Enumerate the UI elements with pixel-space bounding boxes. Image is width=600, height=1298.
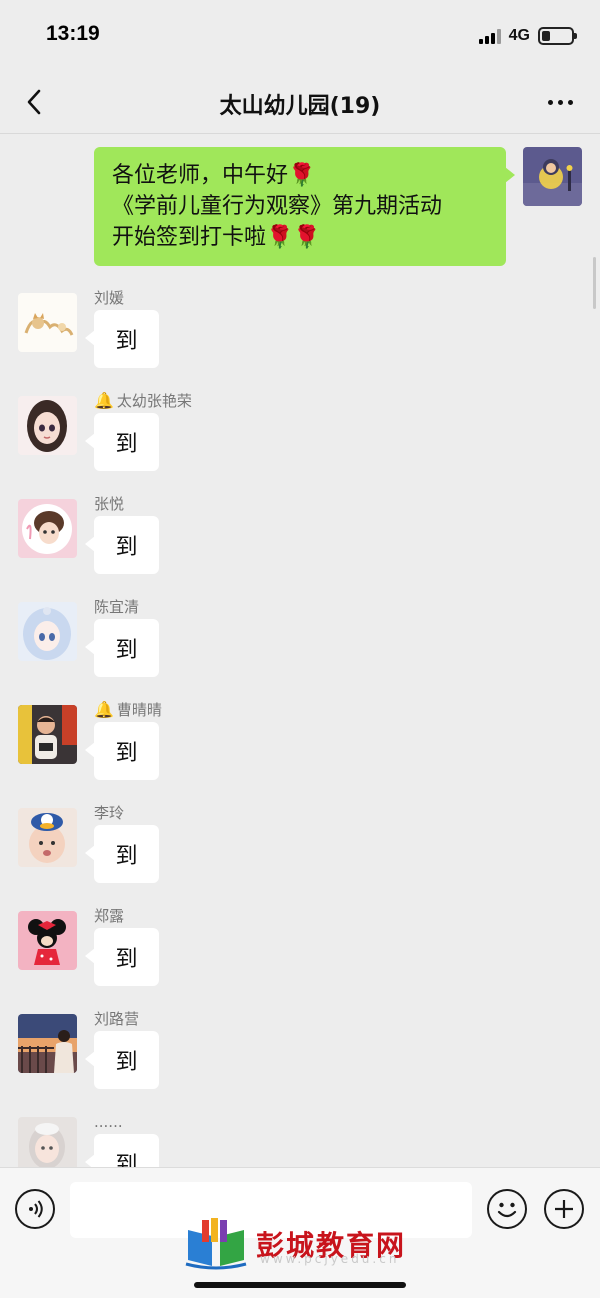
sender-label: 刘媛 <box>94 289 125 307</box>
battery-level <box>542 31 550 41</box>
message-list[interactable]: 各位老师，中午好🌹 《学前儿童行为观察》第九期活动 开始签到打卡啦🌹🌹 刘媛 到… <box>0 135 600 1167</box>
message-bubble[interactable]: 到 <box>85 310 159 368</box>
anime-girl-avatar-icon <box>18 602 77 661</box>
chat-message: 陈宜清 到 <box>18 598 159 677</box>
sender-label: 陈宜清 <box>94 598 140 616</box>
message-bubble[interactable]: 到 <box>85 619 159 677</box>
watermark-url: www.pcjyedu.cn <box>260 1252 400 1266</box>
avatar[interactable] <box>18 911 77 970</box>
message-bubble[interactable]: 到 <box>85 413 159 471</box>
voice-icon <box>29 1200 43 1218</box>
chat-message: 张悦 到 <box>18 495 159 574</box>
sender-name: 刘路营 <box>94 1009 159 1029</box>
home-indicator[interactable] <box>194 1282 406 1288</box>
avatar[interactable] <box>18 396 77 455</box>
self-message-line: 《学前儿童行为观察》第九期活动 <box>112 194 443 219</box>
avatar[interactable] <box>18 1014 77 1073</box>
message-bubble[interactable]: 到 <box>85 1031 159 1089</box>
night-sky-avatar-icon <box>523 147 582 206</box>
avatar[interactable] <box>18 1117 77 1167</box>
sender-label: 李玲 <box>94 804 125 822</box>
status-time: 13:19 <box>46 22 100 45</box>
message-body: 🔔 曹晴晴 到 <box>85 700 162 780</box>
sender-name: 郑露 <box>94 906 159 926</box>
sender-name: ...... <box>94 1112 159 1132</box>
chat-header: 太山幼儿园(19) <box>0 72 600 134</box>
smiley-icon <box>497 1202 517 1218</box>
sender-label: 太幼张艳荣 <box>116 392 192 410</box>
message-body: 郑露 到 <box>85 906 159 986</box>
chat-message: 刘路营 到 <box>18 1010 159 1089</box>
self-message-line: 各位老师，中午好🌹 <box>112 163 316 188</box>
girl-photo-avatar-icon <box>18 1117 77 1167</box>
fox-avatar-icon <box>18 293 77 352</box>
sender-name: 🔔 曹晴晴 <box>94 700 162 720</box>
self-message-bubble[interactable]: 各位老师，中午好🌹 《学前儿童行为观察》第九期活动 开始签到打卡啦🌹🌹 <box>94 147 515 266</box>
chat-message: 🔔 曹晴晴 到 <box>18 700 162 780</box>
plus-icon <box>555 1200 573 1218</box>
sender-name: 陈宜清 <box>94 597 159 617</box>
sender-name: 刘媛 <box>94 288 159 308</box>
more-dot <box>557 99 563 105</box>
bell-icon: 🔔 <box>94 700 114 719</box>
bell-icon: 🔔 <box>94 391 114 410</box>
sunset-avatar-icon <box>18 1014 77 1073</box>
avatar[interactable] <box>18 602 77 661</box>
sender-label: 曹晴晴 <box>116 701 162 719</box>
sender-label: ...... <box>94 1113 123 1131</box>
chat-title: 太山幼儿园(19) <box>219 94 381 119</box>
chat-message: 🔔 太幼张艳荣 到 <box>18 391 192 471</box>
sender-name: 李玲 <box>94 803 159 823</box>
message-bubble[interactable]: 到 <box>85 1134 159 1167</box>
more-options-button[interactable] <box>542 88 578 116</box>
status-indicators: 4G <box>478 24 577 48</box>
avatar[interactable] <box>18 808 77 867</box>
sender-label: 郑露 <box>94 907 125 925</box>
more-dot <box>547 99 553 105</box>
boy-cartoon-avatar-icon <box>18 499 77 558</box>
emoji-button[interactable] <box>487 1189 527 1229</box>
baby-photo-avatar-icon <box>18 808 77 867</box>
message-body: 刘路营 到 <box>85 1009 159 1089</box>
message-body: 🔔 太幼张艳荣 到 <box>85 391 192 471</box>
chat-message: ...... 到 <box>18 1113 159 1167</box>
sender-label: 张悦 <box>94 495 125 513</box>
minnie-avatar-icon <box>18 911 77 970</box>
message-body: 张悦 到 <box>85 494 159 574</box>
more-actions-button[interactable] <box>544 1189 584 1229</box>
scrollbar[interactable] <box>593 257 596 309</box>
avatar[interactable] <box>18 705 77 764</box>
avatar[interactable] <box>18 499 77 558</box>
girl-avatar-icon <box>18 396 77 455</box>
battery-icon <box>538 27 577 45</box>
self-message-line: 开始签到打卡啦🌹🌹 <box>112 225 321 250</box>
status-bar: 13:19 4G <box>0 0 600 72</box>
self-avatar[interactable] <box>523 147 582 206</box>
chat-message: 李玲 到 <box>18 804 159 883</box>
message-body: ...... 到 <box>85 1112 159 1167</box>
more-dot <box>567 99 573 105</box>
message-body: 李玲 到 <box>85 803 159 883</box>
sender-label: 刘路营 <box>94 1010 140 1028</box>
child-photo-avatar-icon <box>18 705 77 764</box>
self-message: 各位老师，中午好🌹 《学前儿童行为观察》第九期活动 开始签到打卡啦🌹🌹 <box>94 147 582 266</box>
signal-icon <box>478 28 501 44</box>
chat-message: 刘媛 到 <box>18 289 159 368</box>
sender-name: 张悦 <box>94 494 159 514</box>
voice-button[interactable] <box>15 1189 55 1229</box>
message-bubble[interactable]: 到 <box>85 928 159 986</box>
message-bubble[interactable]: 到 <box>85 722 159 780</box>
message-bubble[interactable]: 到 <box>85 516 159 574</box>
avatar[interactable] <box>18 293 77 352</box>
input-bar: 彭城教育网 www.pcjyedu.cn <box>0 1167 600 1298</box>
network-type: 4G <box>508 27 530 44</box>
message-bubble[interactable]: 到 <box>85 825 159 883</box>
sender-name: 🔔 太幼张艳荣 <box>94 391 192 411</box>
chat-message: 郑露 到 <box>18 907 159 986</box>
message-body: 刘媛 到 <box>85 288 159 368</box>
message-body: 陈宜清 到 <box>85 597 159 677</box>
book-logo-icon <box>185 1218 247 1270</box>
